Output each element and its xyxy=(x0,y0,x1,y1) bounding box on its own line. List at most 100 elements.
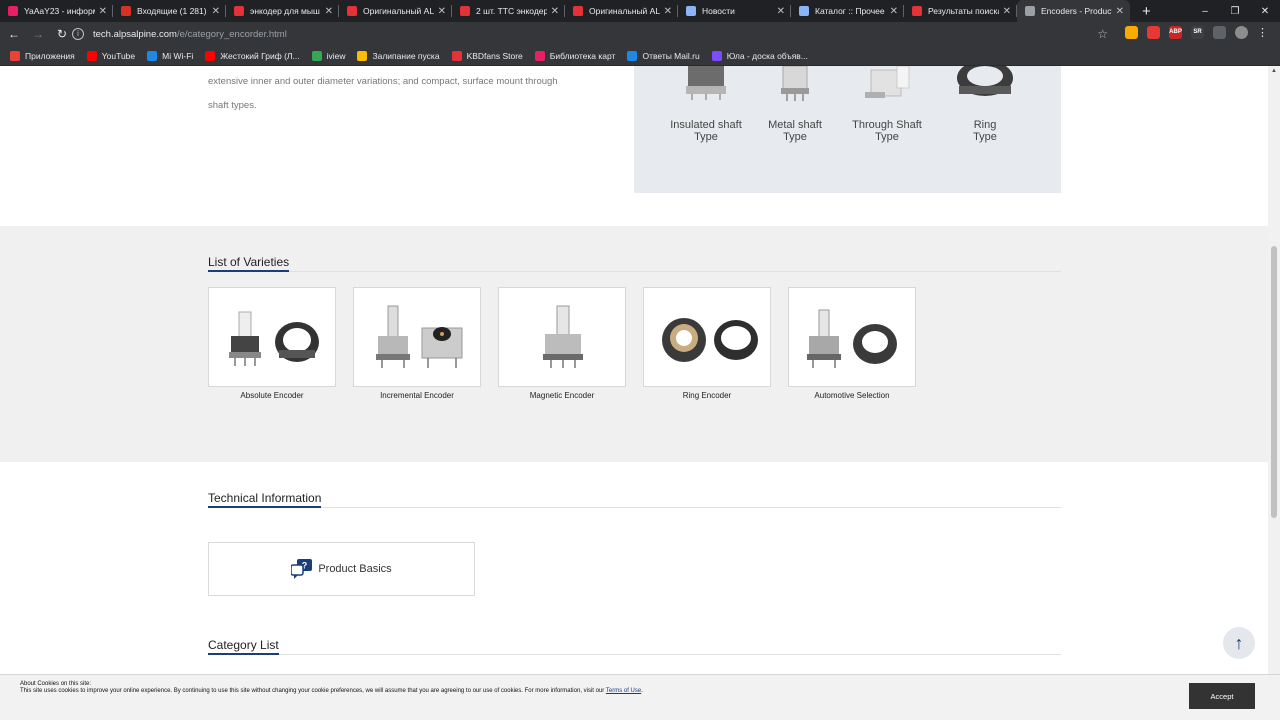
terms-of-use-link[interactable]: Terms of Use xyxy=(606,688,641,694)
browser-tab[interactable]: энкодер для мыш ✕ xyxy=(226,0,339,22)
new-tab-button[interactable]: + xyxy=(1130,0,1163,22)
browser-tab[interactable]: Результаты поиска ✕ xyxy=(904,0,1017,22)
type-insulated-shaft[interactable]: Insulated shaft Type xyxy=(661,66,751,143)
extensions-area: ABP SR ⋮ xyxy=(1125,26,1268,39)
cookie-banner: About Cookies on this site: This site us… xyxy=(0,674,1280,720)
bookmark-label: Жестокий Гриф (Л... xyxy=(220,50,300,61)
product-basics-button[interactable]: ? Product Basics xyxy=(208,542,475,596)
reload-icon[interactable]: ↻ xyxy=(52,27,72,41)
bookmark-item[interactable]: Библиотека карт xyxy=(534,50,615,61)
tab-close-icon[interactable]: ✕ xyxy=(325,6,333,17)
accept-cookies-button[interactable]: Accept xyxy=(1189,683,1255,709)
back-to-top-button[interactable]: ↑ xyxy=(1223,627,1255,659)
bookmark-label: iview xyxy=(326,50,346,61)
tab-title: энкодер для мыш xyxy=(250,6,320,16)
bookmark-item[interactable]: Приложения xyxy=(10,50,75,61)
browser-tab[interactable]: Входящие (1 281) - ✕ xyxy=(113,0,226,22)
tab-favicon-icon xyxy=(347,6,357,16)
tab-close-icon[interactable]: ✕ xyxy=(1116,6,1124,17)
bookmark-item[interactable]: YouTube xyxy=(86,50,135,61)
tab-favicon-icon xyxy=(8,6,18,16)
extension-icon[interactable] xyxy=(1147,26,1160,39)
type-ring[interactable]: Ring Type xyxy=(940,66,1030,143)
intro-paragraph: extensive inner and outer diameter varia… xyxy=(208,76,558,111)
tab-close-icon[interactable]: ✕ xyxy=(777,6,785,17)
address-bar[interactable]: i tech.alpsalpine.com/e/category_encorde… xyxy=(72,25,1114,43)
scroll-up-arrow-icon[interactable]: ▲ xyxy=(1270,68,1278,74)
bookmark-label: Mi Wi-Fi xyxy=(162,50,194,61)
tab-title: Encoders - Product xyxy=(1041,6,1112,16)
tab-close-icon[interactable]: ✕ xyxy=(551,6,559,17)
browser-tab[interactable]: Каталог :: Прочее ✕ xyxy=(791,0,904,22)
bookmark-label: Юла - доска объяв... xyxy=(726,50,808,61)
tab-title: 2 шт. TTC энкодер xyxy=(476,6,547,16)
browser-tab[interactable]: Оригинальный ALI ✕ xyxy=(339,0,452,22)
variety-card-magnetic[interactable]: Magnetic Encoder xyxy=(498,287,626,400)
tab-favicon-icon xyxy=(686,6,696,16)
browser-tab[interactable]: Оригинальный ALI ✕ xyxy=(565,0,678,22)
bookmark-star-icon[interactable]: ☆ xyxy=(1097,27,1108,41)
encoder-types-panel: Insulated shaft Type Metal shaft Type Thro… xyxy=(634,66,1061,193)
back-icon[interactable]: ← xyxy=(4,27,24,41)
bookmark-favicon-icon xyxy=(311,50,322,61)
scrollbar-thumb[interactable] xyxy=(1271,246,1277,518)
close-window-icon[interactable]: ✕ xyxy=(1250,0,1280,22)
extension-icon[interactable] xyxy=(1125,26,1138,39)
tab-close-icon[interactable]: ✕ xyxy=(664,6,672,17)
variety-card-absolute[interactable]: Absolute Encoder xyxy=(208,287,336,400)
bookmark-favicon-icon xyxy=(10,50,20,61)
variety-card-incremental[interactable]: Incremental Encoder xyxy=(353,287,481,400)
extension-icon[interactable] xyxy=(1213,26,1226,39)
profile-avatar[interactable] xyxy=(1235,26,1248,39)
tab-close-icon[interactable]: ✕ xyxy=(1003,6,1011,17)
tab-favicon-icon xyxy=(912,6,922,16)
tab-close-icon[interactable]: ✕ xyxy=(890,6,898,17)
tab-close-icon[interactable]: ✕ xyxy=(99,6,107,17)
browser-tab[interactable]: YaAaY23 - информ ✕ xyxy=(0,0,113,22)
bookmark-label: KBDfans Store xyxy=(466,50,523,61)
variety-card-automotive[interactable]: Automotive Selection xyxy=(788,287,916,400)
arrow-up-icon: ↑ xyxy=(1234,633,1244,653)
bookmark-favicon-icon xyxy=(147,50,158,61)
site-info-icon[interactable]: i xyxy=(72,28,84,40)
varieties-heading: List of Varieties xyxy=(208,256,1061,272)
tab-close-icon[interactable]: ✕ xyxy=(438,6,446,17)
bookmark-item[interactable]: Юла - доска объяв... xyxy=(711,50,808,61)
browser-tab[interactable]: 2 шт. TTC энкодер ✕ xyxy=(452,0,565,22)
restore-icon[interactable]: ❐ xyxy=(1220,0,1250,22)
page-scrollbar[interactable]: ▲ xyxy=(1268,66,1280,720)
window-controls: – ❐ ✕ xyxy=(1190,0,1280,22)
bookmark-favicon-icon xyxy=(86,50,97,61)
minimize-icon[interactable]: – xyxy=(1190,0,1220,22)
automotive-selection-image xyxy=(788,287,916,387)
bookmark-label: Залипание пуска xyxy=(372,50,440,61)
extension-icon[interactable]: ABP xyxy=(1169,26,1182,39)
through-shaft-image xyxy=(857,66,917,102)
bookmark-favicon-icon xyxy=(627,50,638,61)
bookmark-item[interactable]: KBDfans Store xyxy=(451,50,523,61)
variety-card-ring[interactable]: Ring Encoder xyxy=(643,287,771,400)
type-metal-shaft[interactable]: Metal shaft Type xyxy=(750,66,840,143)
bookmark-item[interactable]: Жестокий Гриф (Л... xyxy=(205,50,300,61)
bookmark-item[interactable]: Mi Wi-Fi xyxy=(147,50,194,61)
forward-icon[interactable]: → xyxy=(28,27,48,41)
browser-menu-icon[interactable]: ⋮ xyxy=(1257,26,1268,39)
bookmark-favicon-icon xyxy=(711,50,722,61)
bookmark-item[interactable]: Ответы Mail.ru xyxy=(627,50,700,61)
extension-icon[interactable]: SR xyxy=(1191,26,1204,39)
tab-close-icon[interactable]: ✕ xyxy=(212,6,220,17)
type-through-shaft[interactable]: Through Shaft Type xyxy=(842,66,932,143)
browser-tab[interactable]: Новости ✕ xyxy=(678,0,791,22)
bookmark-item[interactable]: Залипание пуска xyxy=(357,50,440,61)
tab-title: Оригинальный ALI xyxy=(363,6,434,16)
tab-favicon-icon xyxy=(1025,6,1035,16)
incremental-encoder-image xyxy=(353,287,481,387)
page-content: extensive inner and outer diameter varia… xyxy=(0,66,1268,720)
bookmark-favicon-icon xyxy=(451,50,462,61)
cookie-text: About Cookies on this site: This site us… xyxy=(20,681,643,694)
tab-title: Результаты поиска xyxy=(928,6,999,16)
bookmark-item[interactable]: iview xyxy=(311,50,346,61)
url-text[interactable]: tech.alpsalpine.com/e/category_encorder.… xyxy=(93,29,287,40)
metal-shaft-image xyxy=(765,66,825,102)
browser-tab[interactable]: Encoders - Product ✕ xyxy=(1017,0,1130,22)
